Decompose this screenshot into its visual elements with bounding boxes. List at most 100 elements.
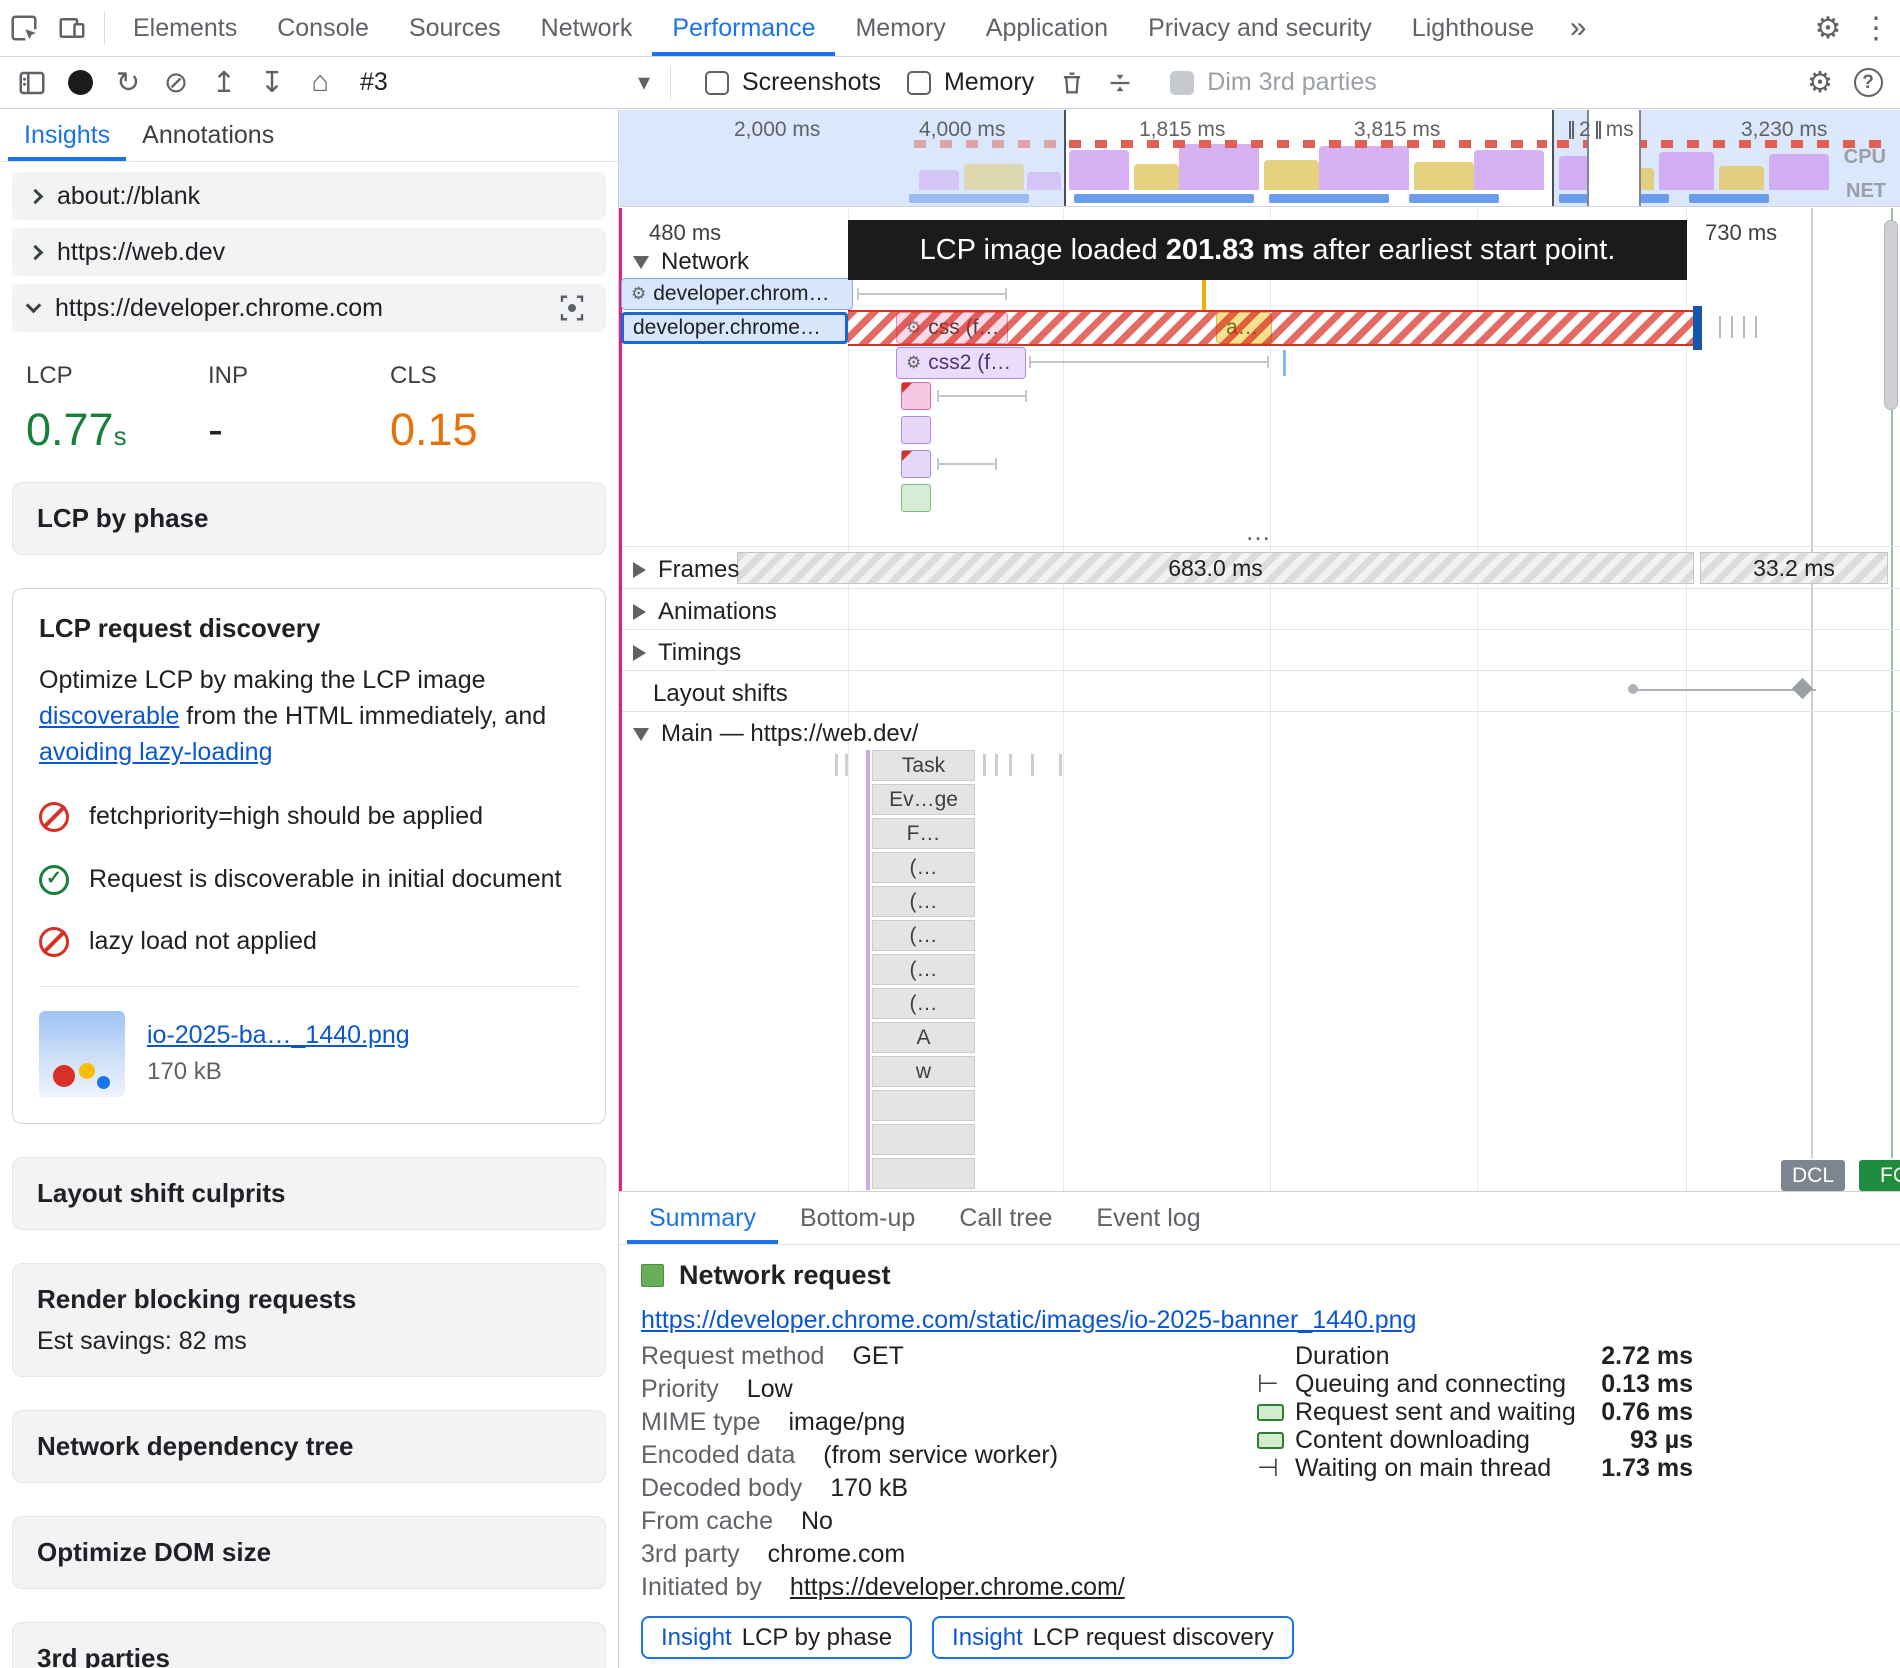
main-task-chip[interactable]: [872, 1158, 975, 1189]
reload-and-record-icon[interactable]: ↻: [104, 60, 152, 106]
focus-origin-icon[interactable]: [554, 290, 590, 326]
tab-network[interactable]: Network: [521, 0, 653, 56]
main-task-chip[interactable]: Ev…ge: [872, 784, 975, 815]
overview-boundary[interactable]: [1552, 110, 1554, 206]
insight-card-optimize-dom-size[interactable]: Optimize DOM size: [12, 1516, 606, 1589]
main-task-chip[interactable]: (…: [872, 852, 975, 883]
overview-zoom-label[interactable]: 2 ms: [1569, 118, 1634, 142]
main-task-chip[interactable]: Task: [872, 750, 975, 781]
tab-performance[interactable]: Performance: [652, 0, 835, 56]
tab-call-tree[interactable]: Call tree: [937, 1192, 1074, 1244]
network-request-entry[interactable]: ⚙ css2 (f…: [896, 347, 1026, 379]
main-task-chip[interactable]: (…: [872, 954, 975, 985]
show-more-ellipsis[interactable]: …: [619, 516, 1900, 544]
main-task-chip[interactable]: (…: [872, 920, 975, 951]
initiator-link[interactable]: https://developer.chrome.com/: [790, 1573, 1125, 1602]
insight-card-lcp-by-phase[interactable]: LCP by phase: [12, 482, 606, 555]
insight-card-render-blocking[interactable]: Render blocking requests Est savings: 82…: [12, 1263, 606, 1377]
tab-event-log[interactable]: Event log: [1074, 1192, 1222, 1244]
inspect-icon[interactable]: [0, 4, 48, 52]
main-task-chip[interactable]: [872, 1090, 975, 1121]
animations-track-header[interactable]: Animations: [633, 598, 777, 626]
capture-settings-gear-icon[interactable]: ⚙: [1796, 60, 1844, 106]
main-task-chip[interactable]: [872, 1124, 975, 1155]
tab-console[interactable]: Console: [257, 0, 389, 56]
main-task-chip[interactable]: A: [872, 1022, 975, 1053]
tab-privacy-security[interactable]: Privacy and security: [1128, 0, 1392, 56]
network-request-entry[interactable]: [901, 450, 931, 478]
frame-duration-bar[interactable]: 683.0 ms: [737, 552, 1694, 584]
network-track-header[interactable]: Network: [633, 248, 749, 276]
scrollbar-thumb[interactable]: [1884, 220, 1898, 410]
frames-track-header[interactable]: Frames: [633, 556, 739, 584]
network-request-entry-selected[interactable]: developer.chrome…: [621, 312, 848, 344]
insight-card-layout-shift-culprits[interactable]: Layout shift culprits: [12, 1157, 606, 1230]
toggle-sidebar-icon[interactable]: [8, 60, 56, 106]
screenshots-toggle[interactable]: Screenshots: [705, 68, 881, 97]
network-request-entry[interactable]: ⚙ developer.chrom…: [621, 278, 853, 310]
screenshots-checkbox[interactable]: [705, 71, 729, 95]
memory-toggle[interactable]: Memory: [907, 68, 1034, 97]
zoom-handle-icon[interactable]: [1596, 121, 1601, 139]
memory-checkbox[interactable]: [907, 71, 931, 95]
layout-shift-diamond-icon[interactable]: [1792, 678, 1813, 699]
network-request-entry[interactable]: [901, 416, 931, 444]
origin-row-web-dev[interactable]: https://web.dev: [12, 228, 606, 276]
avoiding-lazy-loading-link[interactable]: avoiding lazy-loading: [39, 738, 272, 766]
save-profile-icon[interactable]: ↧: [248, 60, 296, 106]
main-task-chip[interactable]: (…: [872, 988, 975, 1019]
settings-gear-icon[interactable]: ⚙: [1804, 4, 1852, 52]
discoverable-link[interactable]: discoverable: [39, 702, 179, 730]
collapse-tracks-icon[interactable]: [1096, 60, 1144, 106]
record-button[interactable]: [56, 60, 104, 106]
collect-garbage-icon[interactable]: [1048, 60, 1096, 106]
tab-elements[interactable]: Elements: [113, 0, 257, 56]
insight-lcp-request-discovery-button[interactable]: Insight LCP request discovery: [932, 1616, 1294, 1659]
main-task-chip[interactable]: w: [872, 1056, 975, 1087]
origin-row-developer-chrome[interactable]: https://developer.chrome.com: [12, 284, 606, 332]
kebab-menu-icon[interactable]: ⋮: [1852, 4, 1900, 52]
fc-marker-chip[interactable]: FC: [1859, 1160, 1900, 1191]
tab-summary[interactable]: Summary: [627, 1192, 778, 1244]
frame-current-bar[interactable]: 33.2 ms: [1700, 552, 1888, 584]
metric-lcp[interactable]: LCP 0.77s: [26, 362, 208, 456]
zoom-handle-icon[interactable]: [1569, 121, 1574, 139]
layout-shifts-track-header[interactable]: Layout shifts: [653, 680, 788, 708]
load-profile-icon[interactable]: ↥: [200, 60, 248, 106]
live-metrics-home-icon[interactable]: ⌂: [296, 60, 344, 106]
tab-lighthouse[interactable]: Lighthouse: [1392, 0, 1554, 56]
dim-3rd-parties-checkbox[interactable]: [1170, 71, 1194, 95]
flame-chart-scrollbar[interactable]: [1884, 214, 1898, 550]
timeline-overview[interactable]: 2,000 ms 4,000 ms 1,815 ms 3,815 ms 2 ms…: [619, 110, 1900, 207]
tab-bottom-up[interactable]: Bottom-up: [778, 1192, 937, 1244]
metric-inp[interactable]: INP -: [208, 362, 390, 456]
network-request-entry[interactable]: [901, 484, 931, 512]
device-toolbar-icon[interactable]: [48, 4, 96, 52]
tab-insights[interactable]: Insights: [8, 110, 126, 161]
clear-recording-icon[interactable]: ⊘: [152, 60, 200, 106]
tab-sources[interactable]: Sources: [389, 0, 521, 56]
origin-row-about-blank[interactable]: about://blank: [12, 172, 606, 220]
main-task-chip[interactable]: (…: [872, 886, 975, 917]
request-url-link[interactable]: https://developer.chrome.com/static/imag…: [641, 1306, 1416, 1334]
dcl-marker-chip[interactable]: DCL: [1781, 1160, 1845, 1191]
history-dropdown[interactable]: #3 ▾: [344, 61, 662, 105]
lcp-image-link[interactable]: io-2025-ba…_1440.png: [147, 1021, 410, 1049]
insight-card-lcp-request-discovery[interactable]: LCP request discovery Optimize LCP by ma…: [12, 588, 606, 1124]
insight-lcp-by-phase-button[interactable]: Insight LCP by phase: [641, 1616, 912, 1659]
tab-memory[interactable]: Memory: [835, 0, 965, 56]
help-icon[interactable]: ?: [1844, 60, 1892, 106]
dim-3rd-parties-toggle[interactable]: Dim 3rd parties: [1170, 68, 1377, 97]
main-thread-track-header[interactable]: Main — https://web.dev/: [633, 720, 918, 748]
main-task-chip[interactable]: F…: [872, 818, 975, 849]
insight-card-3rd-parties[interactable]: 3rd parties: [12, 1622, 606, 1668]
timings-track-header[interactable]: Timings: [633, 639, 741, 667]
more-tabs-icon[interactable]: »: [1554, 4, 1602, 52]
tab-annotations[interactable]: Annotations: [126, 110, 290, 161]
network-request-entry[interactable]: [901, 382, 931, 410]
lcp-request-highlight-bar[interactable]: [848, 310, 1694, 346]
overview-boundary[interactable]: [1064, 110, 1066, 206]
metric-cls[interactable]: CLS 0.15: [390, 362, 572, 456]
flame-chart[interactable]: 480 ms 730 ms LCP image loaded 201.83 ms…: [619, 208, 1900, 1191]
tab-application[interactable]: Application: [966, 0, 1128, 56]
